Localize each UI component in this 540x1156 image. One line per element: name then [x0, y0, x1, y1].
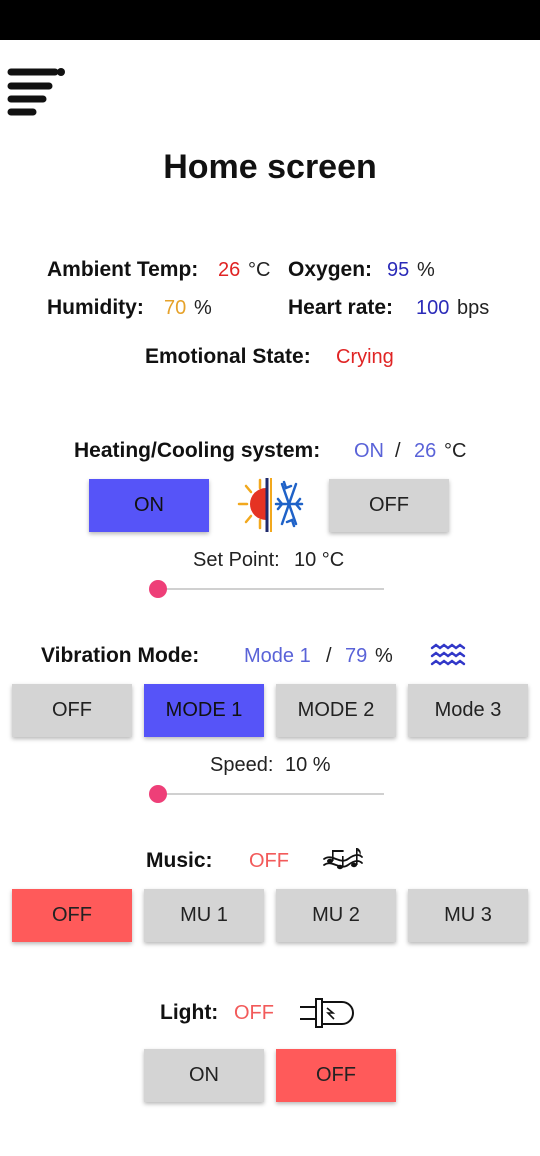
- vibration-label: Vibration Mode:: [41, 644, 200, 667]
- vibration-mode3-button[interactable]: Mode 3: [408, 684, 528, 737]
- vibration-separator: /: [326, 645, 332, 667]
- humidity-value: 70: [164, 297, 187, 319]
- vibration-waves-icon: [430, 643, 466, 669]
- ambient-temp-value: 26: [218, 259, 241, 281]
- slider-track: [158, 793, 384, 795]
- oxygen-label: Oxygen:: [288, 258, 373, 281]
- vibration-mode2-button[interactable]: MODE 2: [276, 684, 396, 737]
- heat-cool-icon: [236, 474, 306, 538]
- slider-thumb[interactable]: [149, 785, 167, 803]
- heart-rate-value: 100: [416, 297, 450, 319]
- music-mu2-button[interactable]: MU 2: [276, 889, 396, 942]
- heating-label: Heating/Cooling system:: [74, 439, 321, 462]
- heart-rate-label: Heart rate:: [288, 296, 394, 319]
- oxygen-value: 95: [387, 259, 410, 281]
- led-bulb-icon: [300, 996, 358, 1030]
- heating-off-button[interactable]: OFF: [329, 479, 449, 532]
- light-status: OFF: [234, 1002, 274, 1024]
- heating-temp-unit: °C: [444, 440, 467, 462]
- heating-on-button[interactable]: ON: [89, 479, 209, 532]
- setpoint-value: 10 °C: [294, 549, 345, 571]
- vibration-mode: Mode 1: [244, 645, 311, 667]
- heating-status: ON: [354, 440, 384, 462]
- status-bar: [0, 0, 540, 40]
- setpoint-label: Set Point:: [193, 549, 280, 571]
- vibration-percent: 79: [345, 645, 368, 667]
- speed-label: Speed:: [210, 754, 274, 776]
- emotional-state-label: Emotional State:: [145, 345, 311, 368]
- light-on-button[interactable]: ON: [144, 1049, 264, 1102]
- slider-track: [158, 588, 384, 590]
- page-title: Home screen: [163, 148, 377, 186]
- music-label: Music:: [146, 849, 213, 872]
- ambient-temp-label: Ambient Temp:: [47, 258, 199, 281]
- music-mu1-button[interactable]: MU 1: [144, 889, 264, 942]
- vibration-off-button[interactable]: OFF: [12, 684, 132, 737]
- heating-temp: 26: [414, 440, 437, 462]
- heart-rate-unit: bps: [457, 297, 490, 319]
- music-notes-icon: [322, 845, 364, 875]
- music-off-button[interactable]: OFF: [12, 889, 132, 942]
- ambient-temp-unit: °C: [248, 259, 271, 281]
- setpoint-slider[interactable]: [149, 579, 384, 599]
- humidity-label: Humidity:: [47, 296, 144, 319]
- music-mu3-button[interactable]: MU 3: [408, 889, 528, 942]
- music-status: OFF: [249, 850, 289, 872]
- emotional-state-value: Crying: [336, 346, 394, 368]
- vibration-mode1-button[interactable]: MODE 1: [144, 684, 264, 737]
- speed-value: 10 %: [285, 754, 331, 776]
- humidity-unit: %: [194, 297, 212, 319]
- light-label: Light:: [160, 1001, 219, 1024]
- hamburger-menu-icon[interactable]: [7, 66, 67, 118]
- heating-separator: /: [395, 440, 401, 462]
- vibration-percent-unit: %: [375, 645, 393, 667]
- slider-thumb[interactable]: [149, 580, 167, 598]
- oxygen-unit: %: [417, 259, 435, 281]
- speed-slider[interactable]: [149, 784, 384, 804]
- light-off-button[interactable]: OFF: [276, 1049, 396, 1102]
